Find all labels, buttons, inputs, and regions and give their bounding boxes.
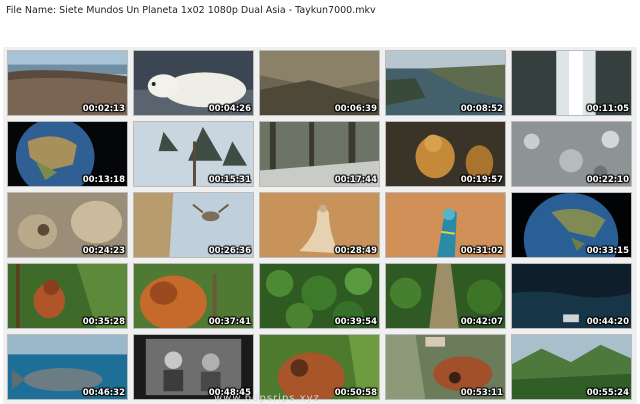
timestamp-label: 00:15:31: [208, 175, 251, 185]
thumbnail-polar-bear[interactable]: 00:04:26: [133, 50, 254, 116]
timestamp-label: 00:28:49: [334, 246, 377, 256]
thumbnail-earth-southeast-asia[interactable]: 00:33:15: [511, 192, 632, 258]
timestamp-label: 00:50:58: [334, 388, 377, 398]
timestamp-label: 00:44:20: [586, 317, 629, 327]
thumbnail-walrus-beach[interactable]: 00:02:13: [7, 50, 128, 116]
thumbnail-snowy-pine[interactable]: 00:15:31: [133, 121, 254, 187]
thumbnail-grid: 00:02:13 00:04:26 00:06:39 00:08:52 00:11:05…: [7, 50, 632, 400]
thumbnail-snow-rocks[interactable]: 00:22:10: [511, 121, 632, 187]
timestamp-label: 00:02:13: [82, 104, 125, 114]
thumbnail-bw-photo[interactable]: 00:48:45: [133, 334, 254, 400]
timestamp-label: 00:22:10: [586, 175, 629, 185]
thumbnail-orangutan-fur[interactable]: 00:37:41: [133, 263, 254, 329]
file-name-label: File Name: Siete Mundos Un Planeta 1x02 …: [6, 5, 376, 16]
thumbnail-golden-monkey[interactable]: 00:19:57: [385, 121, 506, 187]
thumbnail-earth-asia[interactable]: 00:13:18: [7, 121, 128, 187]
timestamp-label: 00:46:32: [82, 388, 125, 398]
contact-sheet: 00:02:13 00:04:26 00:06:39 00:08:52 00:11:05…: [3, 47, 637, 404]
timestamp-label: 00:19:57: [460, 175, 503, 185]
thumbnail-blue-lizard[interactable]: 00:31:02: [385, 192, 506, 258]
thumbnail-coastal-lake[interactable]: 00:08:52: [385, 50, 506, 116]
thumbnail-bird-cliff[interactable]: 00:26:36: [133, 192, 254, 258]
thumbnail-whale-shark[interactable]: 00:46:32: [7, 334, 128, 400]
thumbnail-rocky-cliff[interactable]: 00:06:39: [259, 50, 380, 116]
timestamp-label: 00:17:44: [334, 175, 377, 185]
timestamp-label: 00:08:52: [460, 104, 503, 114]
timestamp-label: 00:33:15: [586, 246, 629, 256]
thumbnail-jungle-path[interactable]: 00:42:07: [385, 263, 506, 329]
timestamp-label: 00:53:11: [460, 388, 503, 398]
timestamp-label: 00:26:36: [208, 246, 251, 256]
watermark: www.bdpsrips.xyz: [214, 393, 320, 404]
timestamp-label: 00:11:05: [586, 104, 629, 114]
timestamp-label: 00:37:41: [208, 317, 251, 327]
thumbnail-orangutan-closeup[interactable]: 00:50:58: [259, 334, 380, 400]
thumbnail-rock-monkey[interactable]: 00:24:23: [7, 192, 128, 258]
timestamp-label: 00:39:54: [334, 317, 377, 327]
timestamp-label: 00:35:28: [82, 317, 125, 327]
thumbnail-orangutan-rescue[interactable]: 00:53:11: [385, 334, 506, 400]
timestamp-label: 00:13:18: [82, 175, 125, 185]
timestamp-label: 00:55:24: [586, 388, 629, 398]
timestamp-label: 00:24:23: [82, 246, 125, 256]
timestamp-label: 00:31:02: [460, 246, 503, 256]
thumbnail-orangutan-baby[interactable]: 00:35:28: [7, 263, 128, 329]
timestamp-label: 00:04:26: [208, 104, 251, 114]
thumbnail-jungle-canopy[interactable]: 00:39:54: [259, 263, 380, 329]
thumbnail-lizard-desert[interactable]: 00:28:49: [259, 192, 380, 258]
thumbnail-jungle-mountains[interactable]: 00:55:24: [511, 334, 632, 400]
thumbnail-waterfall[interactable]: 00:11:05: [511, 50, 632, 116]
timestamp-label: 00:06:39: [334, 104, 377, 114]
thumbnail-snowy-forest[interactable]: 00:17:44: [259, 121, 380, 187]
thumbnail-night-sea[interactable]: 00:44:20: [511, 263, 632, 329]
timestamp-label: 00:42:07: [460, 317, 503, 327]
